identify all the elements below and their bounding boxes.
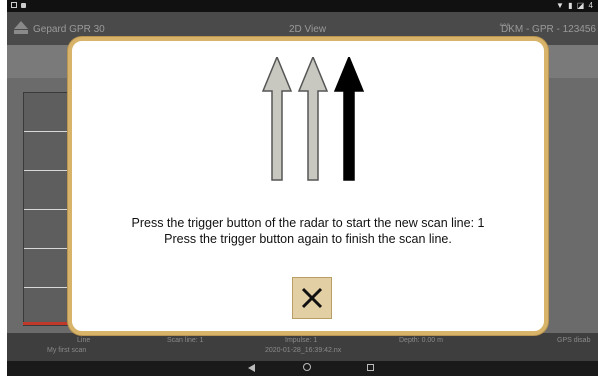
scan-instruction-dialog: Press the trigger button of the radar to… — [68, 37, 548, 335]
arrow-up-icon — [333, 57, 365, 181]
home-icon[interactable] — [303, 363, 311, 371]
screenshot-icon — [11, 2, 17, 8]
status-bar: ▼ ▮ ◪ 4 — [7, 0, 598, 12]
line-label: Line — [77, 337, 91, 344]
line-name: My first scan — [47, 347, 87, 354]
gepard-logo-icon — [14, 21, 28, 34]
recent-apps-icon[interactable] — [367, 364, 374, 371]
up-arrows-icon — [261, 57, 365, 181]
instruction-line-1: Press the trigger button of the radar to… — [131, 216, 485, 230]
back-icon[interactable] — [248, 364, 255, 372]
instruction-line-2: Press the trigger button again to finish… — [164, 232, 452, 246]
instruction-message: Press the trigger button of the radar to… — [72, 215, 544, 247]
bottom-info-bar: Line My first scan Scan line: 1 Impulse:… — [7, 333, 598, 361]
arrow-up-icon — [261, 57, 293, 181]
close-icon — [301, 287, 323, 309]
close-button[interactable] — [292, 277, 332, 319]
android-nav-bar — [7, 361, 598, 376]
impulse-label: Impulse: 1 — [285, 337, 318, 344]
depth-label: Depth: 0.00 m — [399, 337, 443, 344]
gps-status-label: GPS disab — [557, 337, 591, 344]
app-title: Gepard GPR 30 — [33, 24, 105, 35]
view-mode-label[interactable]: 2D View — [289, 24, 326, 35]
notification-icon — [21, 3, 26, 8]
scan-line-label: Scan line: 1 — [167, 337, 204, 344]
timestamp-label: 2020-01-28_16:39:42.nx — [265, 347, 342, 354]
status-left-icons — [11, 2, 26, 8]
scan-progress-marker — [23, 322, 68, 325]
arrow-up-icon — [297, 57, 329, 181]
device-id-label: DKM - GPR - 123456 — [500, 24, 596, 35]
status-right-icons: ▼ ▮ ◪ 4 — [556, 1, 594, 10]
